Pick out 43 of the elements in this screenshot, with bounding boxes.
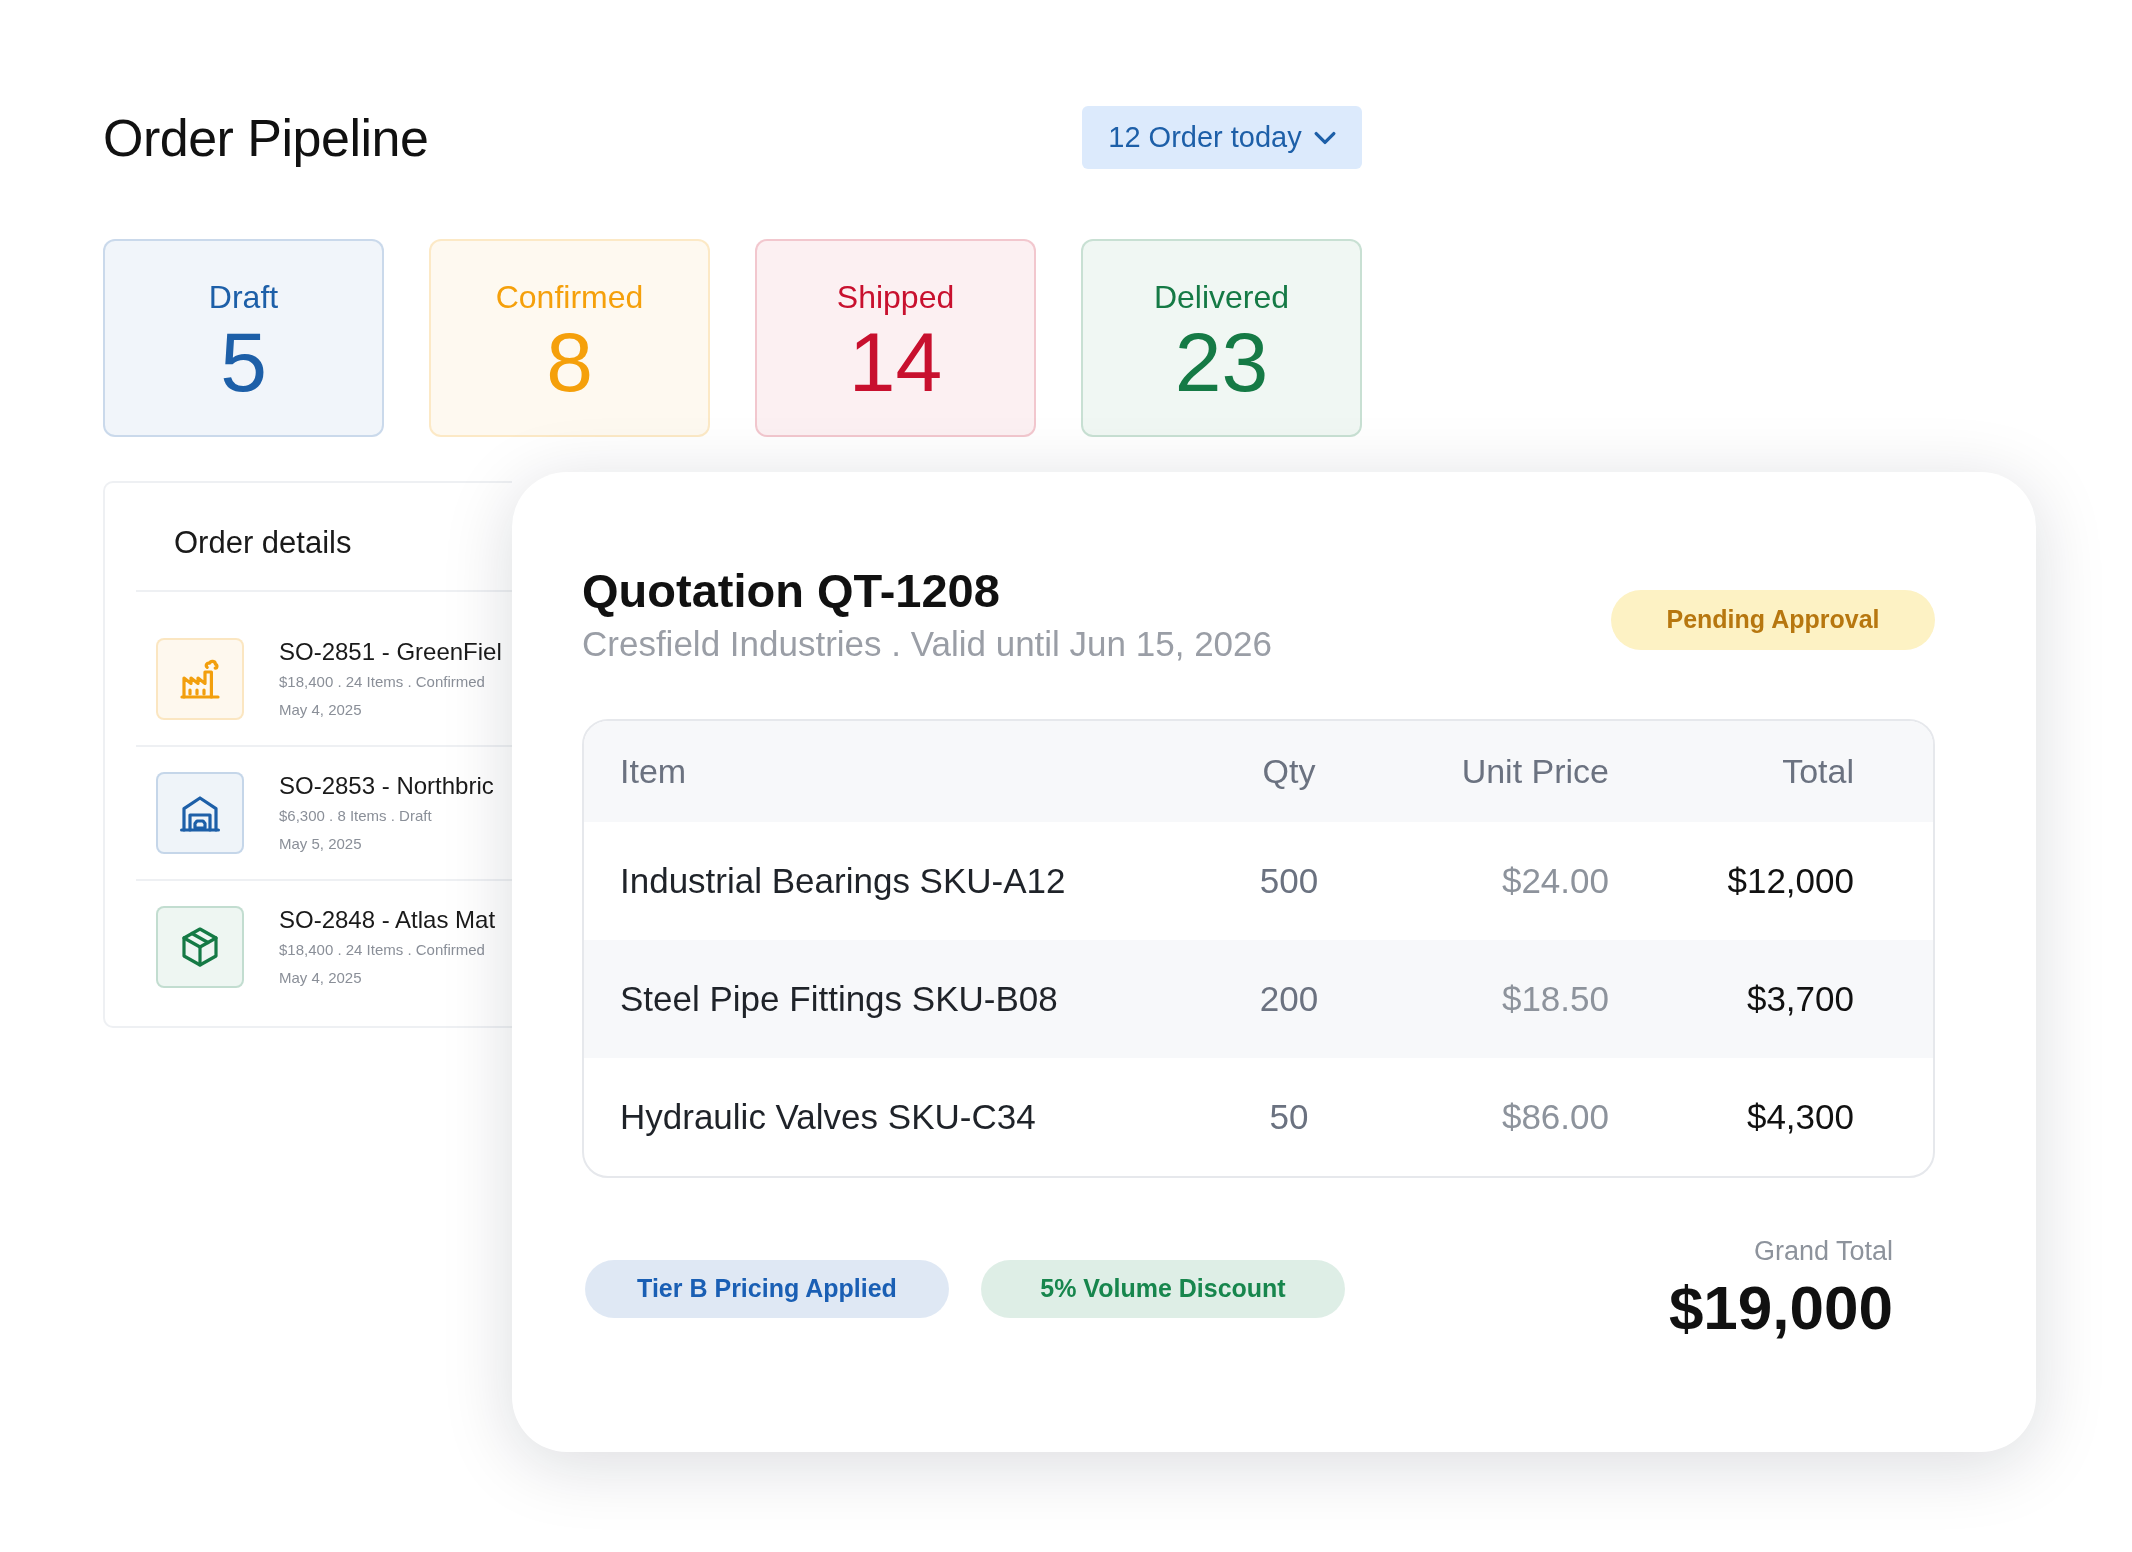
status-label: Shipped xyxy=(836,278,955,317)
order-summary: $18,400 . 24 Items . Confirmed xyxy=(279,940,486,960)
column-header: Qty xyxy=(1261,751,1317,792)
order-date: May 5, 2025 xyxy=(279,834,363,854)
table-cell-text: $4,300 xyxy=(1745,1095,1854,1138)
quotation-title: Quotation QT-1208 xyxy=(582,564,1001,618)
panel-title: Order details xyxy=(174,524,352,563)
status-label: Draft xyxy=(208,278,279,317)
tag: Tier B Pricing Applied xyxy=(585,1260,949,1318)
table-cell-text: $3,700 xyxy=(1745,977,1854,1020)
status-label: Delivered xyxy=(1153,278,1290,317)
table-cell-text: 200 xyxy=(1258,977,1320,1020)
status-count: 23 xyxy=(1174,317,1269,407)
table-cell-text: $12,000 xyxy=(1726,859,1854,902)
table-cell-text: Industrial Bearings SKU-A12 xyxy=(620,859,1067,902)
table-cell-text: Steel Pipe Fittings SKU-B08 xyxy=(620,977,1059,1020)
column-header: Unit Price xyxy=(1460,751,1609,792)
column-header: Item xyxy=(620,751,688,792)
table-cell-text: Hydraulic Valves SKU-C34 xyxy=(620,1095,1037,1138)
table-cell-text: 50 xyxy=(1268,1095,1310,1138)
order-summary: $6,300 . 8 Items . Draft xyxy=(279,806,433,826)
tag: 5% Volume Discount xyxy=(981,1260,1345,1318)
status-count: 14 xyxy=(848,317,943,407)
table-cell-text: 500 xyxy=(1258,859,1320,902)
order-title: SO-2853 - Northbric xyxy=(279,772,494,800)
status-count: 5 xyxy=(220,317,267,407)
orders-today-dropdown[interactable]: 12 Order today xyxy=(1082,106,1362,169)
order-title: SO-2851 - GreenFiel xyxy=(279,638,502,666)
table-cell-text: $24.00 xyxy=(1500,859,1609,902)
status-count: 8 xyxy=(546,317,593,407)
table-cell-text: $18.50 xyxy=(1500,977,1609,1020)
order-date: May 4, 2025 xyxy=(279,700,363,720)
grand-total-label: Grand Total xyxy=(1753,1235,1893,1268)
order-title: SO-2848 - Atlas Mat xyxy=(279,906,496,934)
chevron-down-icon xyxy=(1313,130,1336,145)
status-badge: Pending Approval xyxy=(1611,590,1935,650)
order-summary: $18,400 . 24 Items . Confirmed xyxy=(279,672,486,692)
order-date: May 4, 2025 xyxy=(279,968,363,988)
table-cell-text: $86.00 xyxy=(1500,1095,1609,1138)
column-header: Total xyxy=(1781,751,1854,792)
grand-total-value: $19,000 xyxy=(1668,1272,1893,1344)
status-label: Confirmed xyxy=(495,278,644,317)
quotation-subtitle: Cresfield Industries . Valid until Jun 15, 2026 xyxy=(582,624,1273,664)
